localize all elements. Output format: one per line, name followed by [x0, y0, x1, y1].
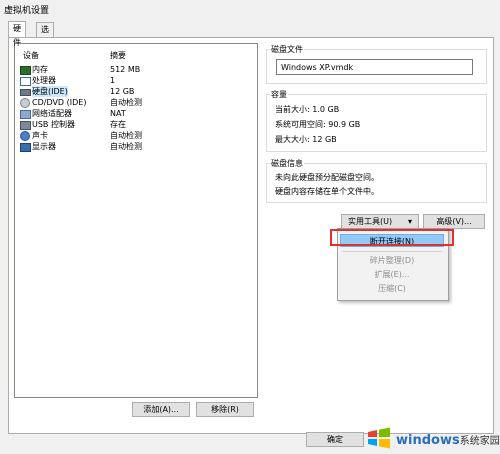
device-row-cd-dvd[interactable]: CD/DVD (IDE) 自动检测 — [18, 97, 253, 108]
disk-info-label: 磁盘信息 — [270, 158, 304, 169]
device-column-header: 设备 — [23, 51, 39, 60]
menu-item-compact[interactable]: 压缩(C) — [340, 282, 444, 295]
menu-item-expand[interactable]: 扩展(E)... — [340, 268, 444, 281]
menu-item-defragment[interactable]: 碎片整理(D) — [340, 254, 444, 267]
device-row-usb[interactable]: USB 控制器 存在 — [18, 119, 253, 130]
device-summary: 自动检测 — [110, 131, 142, 140]
watermark: windows系统家园 — [362, 424, 500, 454]
window-title: 虚拟机设置 — [4, 6, 50, 16]
hard-disk-icon — [20, 89, 31, 96]
tab-options[interactable]: 选项 — [36, 22, 54, 48]
menu-separator — [342, 251, 442, 252]
watermark-text: windows系统家园 — [396, 432, 500, 448]
system-free-space-text: 系统可用空间: 90.9 GB — [275, 120, 361, 129]
device-summary: 12 GB — [110, 87, 135, 96]
cpu-icon — [20, 77, 31, 86]
advanced-button[interactable]: 高级(V)... — [423, 214, 485, 229]
capacity-label: 容量 — [270, 89, 288, 100]
device-name: USB 控制器 — [32, 120, 75, 129]
device-summary: NAT — [110, 109, 126, 118]
usb-icon — [20, 121, 31, 130]
device-name: 硬盘(IDE) — [32, 86, 68, 97]
device-name: 网络适配器 — [32, 109, 72, 118]
device-name: 显示器 — [32, 142, 56, 151]
current-size-text: 当前大小: 1.0 GB — [275, 105, 340, 114]
display-icon — [20, 143, 31, 152]
network-adapter-icon — [20, 110, 31, 119]
device-summary: 自动检测 — [110, 142, 142, 151]
ok-button[interactable]: 确定 — [306, 432, 364, 447]
device-name: 声卡 — [32, 131, 48, 140]
windows-logo-icon — [368, 427, 390, 449]
disk-file-input[interactable]: Windows XP.vmdk — [276, 59, 473, 75]
device-name: 处理器 — [32, 76, 56, 85]
utilities-button-label: 实用工具(U) — [348, 217, 393, 226]
device-summary: 1 — [110, 76, 116, 85]
device-row-cpu[interactable]: 处理器 1 — [18, 75, 253, 86]
disk-info-group — [266, 163, 487, 203]
device-summary: 存在 — [110, 120, 126, 129]
disk-info-line2: 硬盘内容存储在单个文件中。 — [275, 187, 379, 196]
tab-hardware[interactable]: 硬件 — [8, 21, 26, 47]
disk-info-line1: 未向此硬盘预分配磁盘空间。 — [275, 173, 379, 182]
device-row-sound[interactable]: 声卡 自动检测 — [18, 130, 253, 141]
cd-dvd-icon — [20, 98, 30, 108]
device-summary: 512 MB — [110, 65, 141, 74]
disk-file-label: 磁盘文件 — [270, 44, 304, 55]
remove-device-button[interactable]: 移除(R) — [196, 402, 254, 417]
annotation-highlight-box — [330, 229, 454, 246]
device-name: CD/DVD (IDE) — [32, 98, 87, 107]
max-size-text: 最大大小: 12 GB — [275, 135, 337, 144]
device-row-display[interactable]: 显示器 自动检测 — [18, 141, 253, 152]
add-device-button[interactable]: 添加(A)... — [132, 402, 190, 417]
device-summary: 自动检测 — [110, 98, 142, 107]
memory-icon — [20, 66, 31, 75]
utilities-button[interactable]: 实用工具(U) ▾ — [341, 214, 419, 229]
device-list[interactable]: 设备 摘要 内存 512 MB 处理器 1 硬盘(IDE) 12 GB CD/D… — [14, 43, 258, 398]
device-row-network[interactable]: 网络适配器 NAT — [18, 108, 253, 119]
sound-card-icon — [20, 131, 30, 141]
summary-column-header: 摘要 — [110, 51, 126, 60]
dropdown-arrow-icon: ▾ — [407, 217, 412, 226]
device-row-memory[interactable]: 内存 512 MB — [18, 64, 253, 75]
device-row-hard-disk[interactable]: 硬盘(IDE) 12 GB — [18, 86, 253, 97]
watermark-suffix: 系统家园 — [459, 436, 500, 447]
watermark-brand: windows — [396, 433, 460, 448]
device-name: 内存 — [32, 65, 48, 74]
